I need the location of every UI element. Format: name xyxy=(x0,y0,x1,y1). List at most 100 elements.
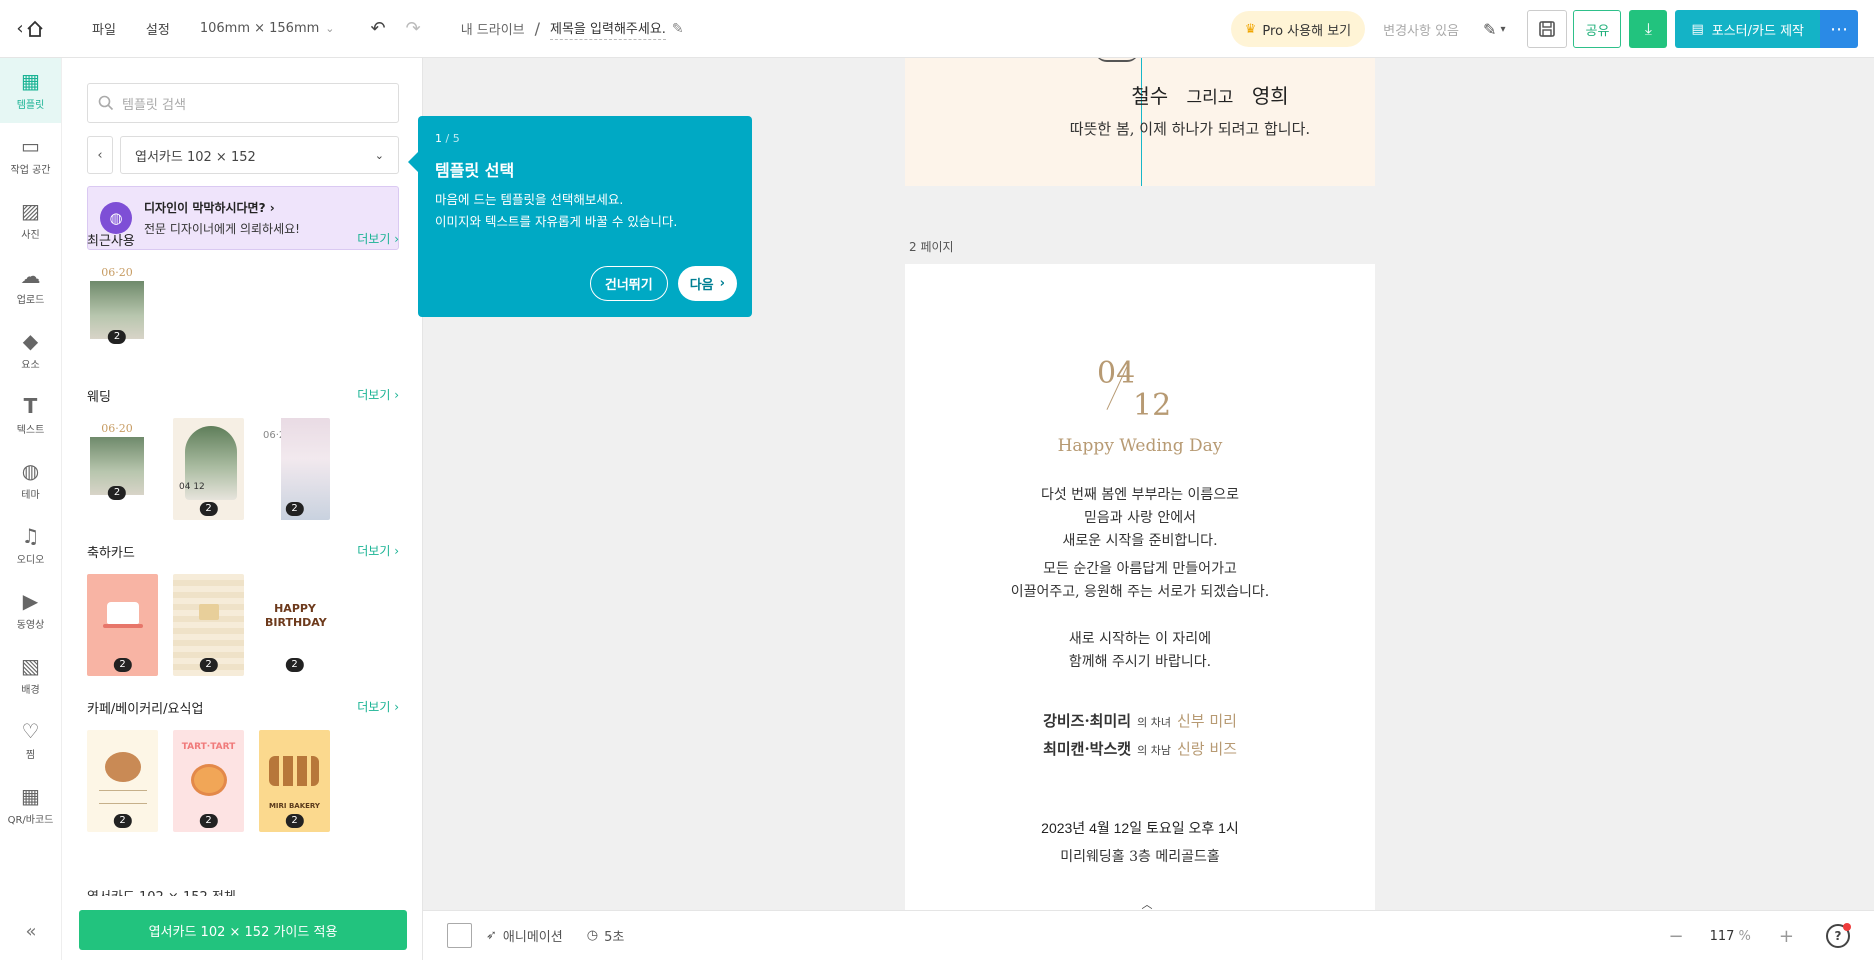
home-button[interactable]: ‹ xyxy=(0,0,60,58)
chevron-up-icon[interactable]: ︿ xyxy=(1117,896,1177,910)
thumb-date-text: 06·20 xyxy=(263,430,292,441)
page-select-checkbox[interactable] xyxy=(447,923,472,948)
template-size-select[interactable]: 엽서카드 102 × 152 ⌄ xyxy=(120,136,399,174)
size-value: 106mm × 156mm xyxy=(199,21,320,36)
download-button[interactable]: ⤓ xyxy=(1629,10,1668,48)
back-button[interactable]: ‹ xyxy=(87,136,113,174)
play-circle-icon: ▶ xyxy=(22,589,39,613)
more-link[interactable]: 더보기 › xyxy=(357,230,399,249)
template-thumb-wedding-3[interactable]: 06·20 2 xyxy=(259,418,330,520)
make-poster-card-button[interactable]: ▤ 포스터/카드 제작 xyxy=(1675,10,1820,48)
rail-label: 테마 xyxy=(21,490,40,501)
page-count-badge: 2 xyxy=(199,658,218,672)
size-dropdown[interactable]: 106mm × 156mm ⌄ xyxy=(200,21,335,36)
section-recent-header: 최근사용 더보기 › xyxy=(87,230,399,249)
template-thumb-cafe-1[interactable]: 2 xyxy=(87,730,158,832)
template-thumb-celebration-3[interactable]: HAPPY BIRTHDAY 2 xyxy=(259,574,330,676)
more-link[interactable]: 더보기 › xyxy=(357,386,399,405)
rail-label: 작업 공간 xyxy=(10,165,51,176)
left-nav-rail: ▦ 템플릿 ▭ 작업 공간 ▨ 사진 ☁ 업로드 ◆ 요소 T 텍스트 ◍ 테마… xyxy=(0,58,62,960)
invitation-paragraph-1[interactable]: 다섯 번째 봄엔 부부라는 이름으로 믿음과 사랑 안에서 새로운 시작을 준비합니… xyxy=(905,484,1375,553)
apply-guide-button[interactable]: 엽서카드 102 × 152 가이드 적용 xyxy=(79,910,407,950)
pencil-icon[interactable]: ✎ xyxy=(672,21,684,37)
home-icon xyxy=(26,20,43,37)
page-1[interactable]: 철수 그리고 영희 따뜻한 봄, 이제 하나가 되려고 합니다. xyxy=(905,58,1375,186)
invitation-paragraph-2[interactable]: 모든 순간을 아름답게 만들어가고 이끌어주고, 응원해 주는 서로가 되겠습니다… xyxy=(905,558,1375,604)
tour-skip-button[interactable]: 건너뛰기 xyxy=(589,266,668,301)
bread-illustration xyxy=(269,756,319,786)
save-icon xyxy=(1539,21,1556,37)
save-button[interactable] xyxy=(1527,10,1568,48)
rail-item-theme[interactable]: ◍ 테마 xyxy=(0,448,61,513)
template-thumb-wedding-2[interactable]: 04 12 2 xyxy=(173,418,244,520)
page-count-badge: 2 xyxy=(107,486,127,500)
template-icon: ▦ xyxy=(21,69,40,93)
animation-button[interactable]: ➶ 애니메이션 xyxy=(486,926,563,945)
wedding-day-title[interactable]: Happy Weding Day xyxy=(905,436,1375,456)
thumb-birthday-text: HAPPY BIRTHDAY xyxy=(265,602,327,629)
rail-item-templates[interactable]: ▦ 템플릿 xyxy=(0,58,61,123)
background-icon: ▧ xyxy=(21,654,40,678)
document-title[interactable]: 제목을 입력해주세요. xyxy=(550,18,666,40)
bride-parents-line[interactable]: 강비즈·최미리 의 차녀 신부 미리 xyxy=(905,710,1375,731)
page1-subtitle[interactable]: 따뜻한 봄, 이제 하나가 되려고 합니다. xyxy=(905,118,1375,139)
zoom-level[interactable]: 117 % xyxy=(1710,929,1751,944)
rail-item-audio[interactable]: ♫ 오디오 xyxy=(0,513,61,578)
collapse-panel-icon[interactable]: « xyxy=(0,921,62,942)
duration-button[interactable]: ◷ 5초 xyxy=(587,926,625,945)
rail-label: 텍스트 xyxy=(16,425,45,436)
rail-item-favorites[interactable]: ♡ 찜 xyxy=(0,708,61,773)
rail-label: 오디오 xyxy=(16,555,45,566)
rail-item-text[interactable]: T 텍스트 xyxy=(0,383,61,448)
banner-title: 디자인이 막막하시다면? › xyxy=(144,201,275,215)
tour-next-button[interactable]: 다음 › xyxy=(677,266,737,301)
bride-name: 신부 미리 xyxy=(1176,712,1237,730)
rail-item-qr[interactable]: ▦ QR/바코드 xyxy=(0,773,61,838)
pro-trial-button[interactable]: ♛ Pro 사용해 보기 xyxy=(1230,11,1366,47)
template-thumb-recent-wedding[interactable]: 06·20 2 xyxy=(87,262,147,348)
rail-label: 동영상 xyxy=(16,620,45,631)
zoom-in-icon[interactable]: + xyxy=(1779,926,1794,947)
template-thumb-celebration-1[interactable]: 2 xyxy=(87,574,158,676)
more-link[interactable]: 더보기 › xyxy=(357,542,399,561)
image-icon: ▨ xyxy=(21,199,40,223)
template-thumb-cafe-2[interactable]: TART·TART 2 xyxy=(173,730,244,832)
template-thumb-celebration-2[interactable]: 2 xyxy=(173,574,244,676)
redo-icon[interactable]: ↷ xyxy=(406,18,421,39)
thumb-tart-text: TART·TART xyxy=(181,742,236,752)
template-thumb-cafe-3[interactable]: MIRI BAKERY 2 xyxy=(259,730,330,832)
page-count-badge: 2 xyxy=(285,658,304,672)
menu-file[interactable]: 파일 xyxy=(92,19,116,38)
page-2[interactable]: 04 12 Happy Weding Day 다섯 번째 봄엔 부부라는 이름으… xyxy=(905,264,1375,910)
rail-item-elements[interactable]: ◆ 요소 xyxy=(0,318,61,383)
rail-item-workspace[interactable]: ▭ 작업 공간 xyxy=(0,123,61,188)
template-thumb-wedding-1[interactable]: 06·20 2 xyxy=(87,418,147,504)
onboarding-tooltip: 1 / 5 템플릿 선택 마음에 드는 템플릿을 선택해보세요. 이미지와 텍스… xyxy=(408,116,752,317)
cloud-upload-icon: ☁ xyxy=(20,264,41,288)
menu-settings[interactable]: 설정 xyxy=(146,19,170,38)
template-search-input[interactable]: 템플릿 검색 xyxy=(87,83,399,123)
rail-item-background[interactable]: ▧ 배경 xyxy=(0,643,61,708)
invitation-paragraph-3[interactable]: 새로 시작하는 이 자리에 함께해 주시기 바랍니다. xyxy=(905,628,1375,674)
chevron-right-icon: › xyxy=(269,201,275,215)
download-icon: ⤓ xyxy=(1644,19,1652,38)
event-datetime[interactable]: 2023년 4월 12일 토요일 오후 1시 xyxy=(905,818,1375,838)
rail-item-upload[interactable]: ☁ 업로드 xyxy=(0,253,61,318)
more-options-button[interactable]: ⋯ xyxy=(1820,10,1858,48)
rail-item-photos[interactable]: ▨ 사진 xyxy=(0,188,61,253)
event-location[interactable]: 미리웨딩홀 3층 메리골드홀 xyxy=(905,846,1375,866)
groom-parents-line[interactable]: 최미캔·박스캣 의 차남 신랑 비즈 xyxy=(905,738,1375,759)
pen-tool-dropdown[interactable]: ✎ ▾ xyxy=(1483,20,1505,39)
text-icon: T xyxy=(23,394,38,418)
relation-text: 의 차남 xyxy=(1137,744,1171,757)
more-link[interactable]: 더보기 › xyxy=(357,698,399,717)
zoom-out-icon[interactable]: − xyxy=(1668,926,1683,947)
rail-item-video[interactable]: ▶ 동영상 xyxy=(0,578,61,643)
section-title: 웨딩 xyxy=(87,390,111,405)
couple-names[interactable]: 철수 그리고 영희 xyxy=(905,80,1375,109)
tour-title: 템플릿 선택 xyxy=(435,161,515,180)
crumb-drive[interactable]: 내 드라이브 xyxy=(461,19,525,38)
share-button[interactable]: 공유 xyxy=(1573,10,1622,48)
help-icon[interactable]: ? xyxy=(1826,923,1851,948)
undo-icon[interactable]: ↶ xyxy=(371,18,386,39)
